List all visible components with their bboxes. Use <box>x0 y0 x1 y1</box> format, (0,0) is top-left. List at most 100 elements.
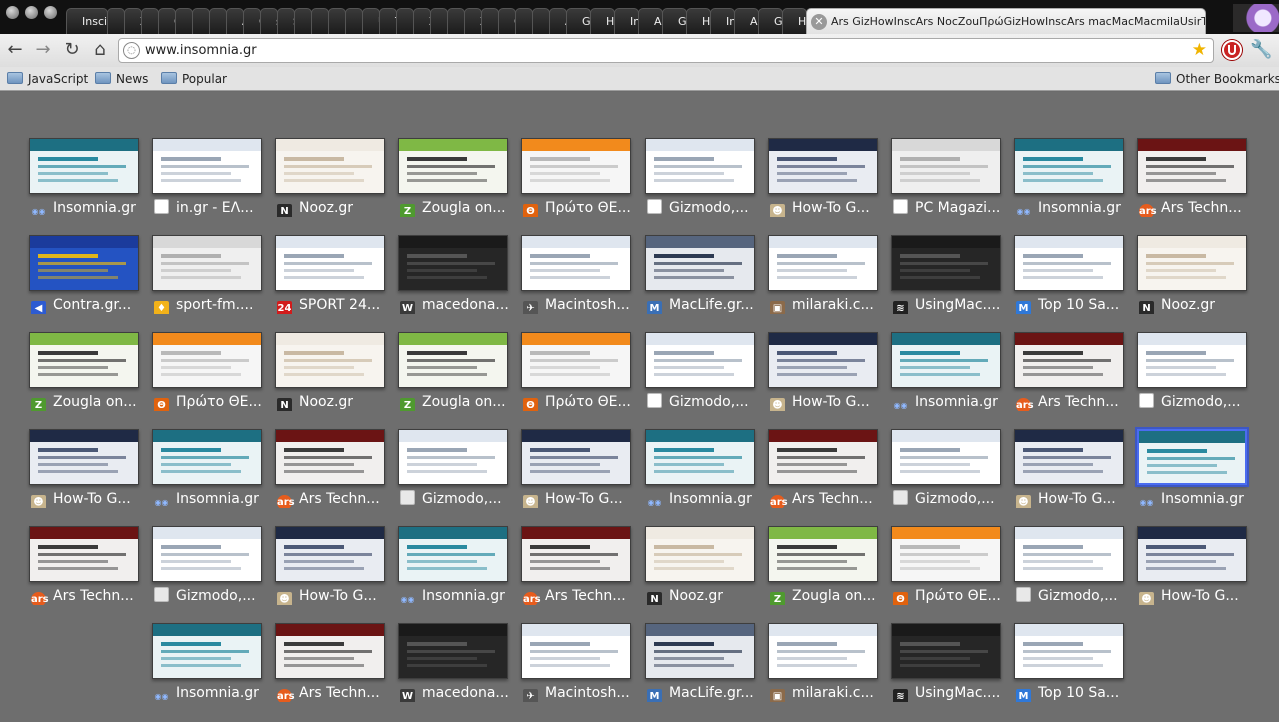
tab-thumbnail-caption[interactable]: ars Ars Techn... <box>31 587 149 605</box>
tab-thumbnail[interactable] <box>1014 623 1124 679</box>
tab-thumbnail[interactable] <box>29 332 139 388</box>
tab-thumbnail-caption[interactable]: Gizmodo,... <box>154 587 272 605</box>
tab-thumbnail-caption[interactable]: Wmacedona... <box>400 684 518 702</box>
tab[interactable]: m <box>345 8 363 34</box>
tab-thumbnail-caption[interactable]: ☻ How-To G... <box>31 490 149 508</box>
tab-thumbnail-caption[interactable]: ≋ UsingMac.... <box>893 684 1011 702</box>
tab[interactable]: Z <box>464 8 482 34</box>
tab-thumbnail[interactable] <box>891 235 1001 291</box>
tab-thumbnail[interactable] <box>768 138 878 194</box>
tab-thumbnail-caption[interactable]: M Top 10 Sa... <box>1016 296 1134 314</box>
tab-thumbnail[interactable] <box>152 138 262 194</box>
tab-thumbnail-caption[interactable]: ars Ars Techn... <box>1016 393 1134 411</box>
tab[interactable]: Ins <box>614 8 639 34</box>
tab-thumbnail-caption[interactable]: Gizmodo,... <box>400 490 518 508</box>
tab[interactable]: G <box>498 8 516 34</box>
tab-thumbnail[interactable] <box>521 235 631 291</box>
tab-thumbnail-caption[interactable]: ars Ars Techn... <box>277 684 395 702</box>
tab-thumbnail-caption[interactable]: 24 SPORT 24... <box>277 296 395 314</box>
tab[interactable]: Ars <box>734 8 759 34</box>
tab-thumbnail-caption[interactable]: Z Zougla on... <box>31 393 149 411</box>
tab-thumbnail-caption[interactable]: Gizmodo,... <box>647 393 765 411</box>
tab-thumbnail[interactable] <box>152 623 262 679</box>
tab-thumbnail[interactable] <box>275 429 385 485</box>
tab[interactable]: H <box>515 8 533 34</box>
tab-thumbnail[interactable] <box>521 526 631 582</box>
tab[interactable]: Inscir <box>66 8 108 34</box>
tab-thumbnail[interactable] <box>1137 138 1247 194</box>
tab[interactable]: M <box>311 8 329 34</box>
tab-thumbnail-caption[interactable]: ars Ars Techn... <box>277 490 395 508</box>
tab-thumbnail-caption[interactable]: ◀ Contra.gr... <box>31 296 149 314</box>
tab-thumbnail[interactable] <box>29 429 139 485</box>
tab-thumbnail[interactable] <box>891 332 1001 388</box>
tab[interactable]: N <box>107 8 125 34</box>
tab-thumbnail[interactable] <box>521 429 631 485</box>
tab-thumbnail[interactable] <box>398 526 508 582</box>
reload-icon[interactable]: ↻ <box>61 39 83 61</box>
tab[interactable]: Pl <box>192 8 210 34</box>
tab-thumbnail[interactable] <box>152 235 262 291</box>
tab[interactable]: Ars <box>638 8 663 34</box>
tab-thumbnail[interactable] <box>275 623 385 679</box>
tab-thumbnail[interactable] <box>891 138 1001 194</box>
extension-icon[interactable] <box>1222 40 1242 60</box>
tab-thumbnail[interactable] <box>1137 235 1247 291</box>
tab-thumbnail-caption[interactable]: ars Ars Techn... <box>770 490 888 508</box>
tab-thumbnail-caption[interactable]: Gizmodo,... <box>1016 587 1134 605</box>
tab[interactable]: M <box>328 8 346 34</box>
tab-thumbnail[interactable] <box>29 235 139 291</box>
tab-thumbnail-caption[interactable]: PC Magazi... <box>893 199 1011 217</box>
tab-thumbnail-caption[interactable]: ✈ Macintosh... <box>523 296 641 314</box>
tab-thumbnail-caption[interactable]: Θ Πρώτο ΘΕ... <box>154 393 272 411</box>
tab[interactable]: Z <box>124 8 142 34</box>
tab-thumbnail[interactable] <box>521 332 631 388</box>
tab-thumbnail-caption[interactable]: ♦ sport-fm.... <box>154 296 272 314</box>
tab[interactable]: m <box>294 8 312 34</box>
tab-thumbnail-caption[interactable]: in.gr - ΕΛ... <box>154 199 272 217</box>
tab-thumbnail-caption[interactable]: ☻ How-To G... <box>523 490 641 508</box>
tab[interactable]: N <box>396 8 414 34</box>
tab-thumbnail[interactable] <box>275 235 385 291</box>
other-bookmarks-folder[interactable]: Other Bookmarks <box>1155 71 1279 87</box>
tab-thumbnail[interactable] <box>398 138 508 194</box>
tab-thumbnail-caption[interactable]: ◉◉ Insomnia.gr <box>893 393 1011 411</box>
tab-thumbnail-caption[interactable]: ▣ milaraki.c... <box>770 296 888 314</box>
tab-thumbnail[interactable] <box>398 235 508 291</box>
tab-thumbnail[interactable] <box>645 138 755 194</box>
tab-thumbnail-caption[interactable]: ◉◉ Insomnia.gr <box>154 490 272 508</box>
tab[interactable]: In <box>532 8 550 34</box>
tab-thumbnail[interactable] <box>1137 526 1247 582</box>
back-arrow-icon[interactable]: ← <box>4 39 26 61</box>
tab[interactable]: Z <box>413 8 431 34</box>
tab[interactable]: sp <box>260 8 278 34</box>
tab-thumbnail-caption[interactable]: ◉◉ Insomnia.gr <box>1016 199 1134 217</box>
tab-thumbnail[interactable] <box>152 429 262 485</box>
tab-thumbnail-caption[interactable]: ☻ How-To G... <box>770 199 888 217</box>
tab[interactable]: Insc <box>710 8 735 34</box>
tab[interactable]: Ir <box>209 8 227 34</box>
tab-thumbnail[interactable] <box>1014 332 1124 388</box>
tab-thumbnail-caption[interactable]: ☻ How-To G... <box>277 587 395 605</box>
tab-thumbnail[interactable] <box>398 429 508 485</box>
tab-thumbnail[interactable] <box>1014 526 1124 582</box>
tab-thumbnail[interactable] <box>275 138 385 194</box>
tab-thumbnail[interactable] <box>891 429 1001 485</box>
tab-thumbnail[interactable] <box>1014 138 1124 194</box>
tab-thumbnail[interactable] <box>768 332 878 388</box>
tab-thumbnail-caption[interactable]: ◉◉ Insomnia.gr <box>154 684 272 702</box>
tab-active[interactable]: ✕ Ars GizHowInscArs NocZouΠρώGizHowInscAr… <box>806 8 1206 34</box>
tab-thumbnail-caption[interactable]: ars Ars Techn... <box>523 587 641 605</box>
tab-thumbnail-caption[interactable]: Z Zougla on... <box>400 393 518 411</box>
tab-thumbnail[interactable] <box>152 332 262 388</box>
tab-thumbnail[interactable] <box>891 623 1001 679</box>
profile-avatar-icon[interactable] <box>1233 4 1279 32</box>
tab-thumbnail-caption[interactable]: Z Zougla on... <box>400 199 518 217</box>
tab-thumbnail[interactable] <box>645 623 755 679</box>
tab-thumbnail-caption[interactable]: N Nooz.gr <box>277 393 395 411</box>
tab[interactable]: Giz <box>758 8 783 34</box>
tab-thumbnail[interactable] <box>645 526 755 582</box>
tab-close-icon[interactable]: ✕ <box>811 14 827 30</box>
tab-thumbnail[interactable] <box>1137 332 1247 388</box>
tab-thumbnail-caption[interactable]: M MacLife.gr... <box>647 684 765 702</box>
